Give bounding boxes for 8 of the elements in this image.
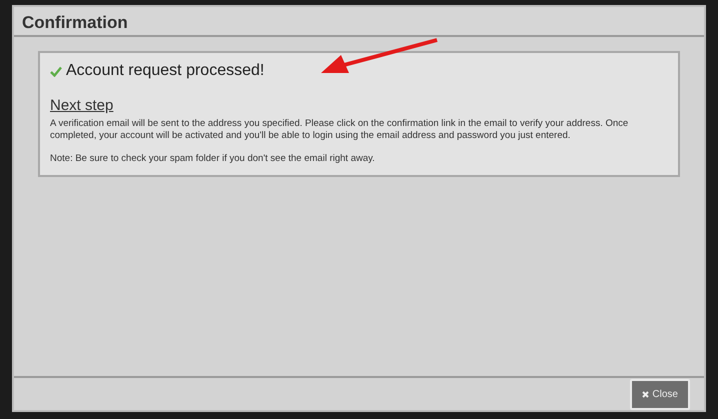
dialog-title: Confirmation [22, 13, 128, 32]
message-heading: Account request processed! [66, 61, 264, 81]
check-icon [50, 66, 62, 76]
message-text: A verification email will be sent to the address you specified. Please click on the confirmation link in the email to verify your address. Once completed, your account will be activated and you'll be able to login using the email address and password you just entered. [50, 118, 630, 143]
message-text: Note: Be sure to check your spam folder if you don't see the email right away. [50, 152, 376, 166]
close-button[interactable]: Close [630, 378, 690, 410]
subheading: Next step [50, 96, 114, 116]
close-icon [642, 390, 650, 398]
